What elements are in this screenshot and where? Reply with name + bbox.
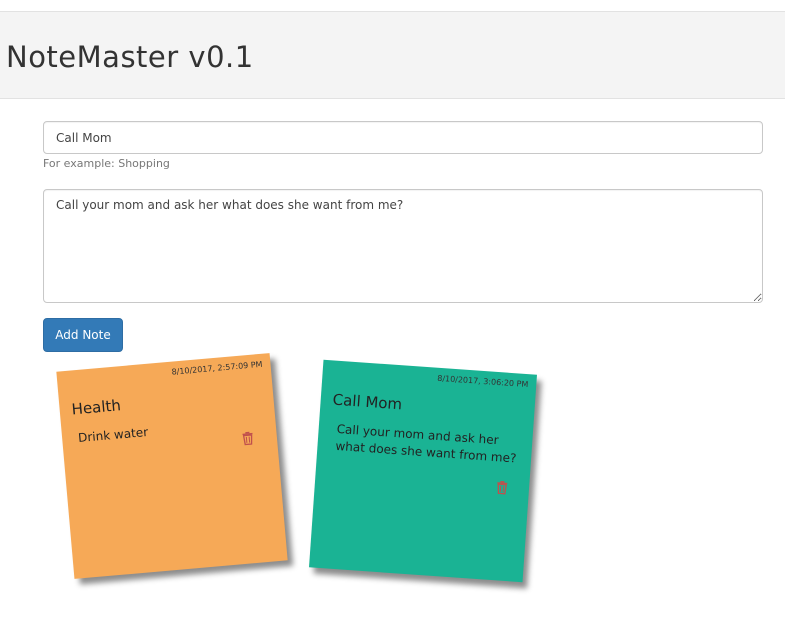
note-title-input[interactable] — [43, 121, 763, 154]
app-title: NoteMaster v0.1 — [6, 40, 254, 74]
header: NoteMaster v0.1 — [0, 11, 785, 99]
note-title: Call Mom — [332, 390, 403, 414]
add-note-button[interactable]: Add Note — [43, 318, 123, 352]
note-title: Health — [70, 396, 122, 419]
note-body-textarea[interactable]: Call your mom and ask her what does she … — [43, 189, 763, 303]
note-date: 8/10/2017, 3:06:20 PM — [436, 373, 529, 390]
note-body: Call your mom and ask her what does she … — [335, 421, 517, 466]
trash-icon[interactable] — [240, 431, 255, 446]
note-card: 8/10/2017, 2:57:09 PM Health Drink water — [56, 353, 288, 579]
note-body: Drink water — [77, 424, 149, 446]
note-date: 8/10/2017, 2:57:09 PM — [171, 359, 263, 377]
note-card: 8/10/2017, 3:06:20 PM Call Mom Call your… — [309, 359, 537, 583]
trash-icon[interactable] — [495, 480, 510, 495]
title-help-text: For example: Shopping — [43, 157, 170, 170]
